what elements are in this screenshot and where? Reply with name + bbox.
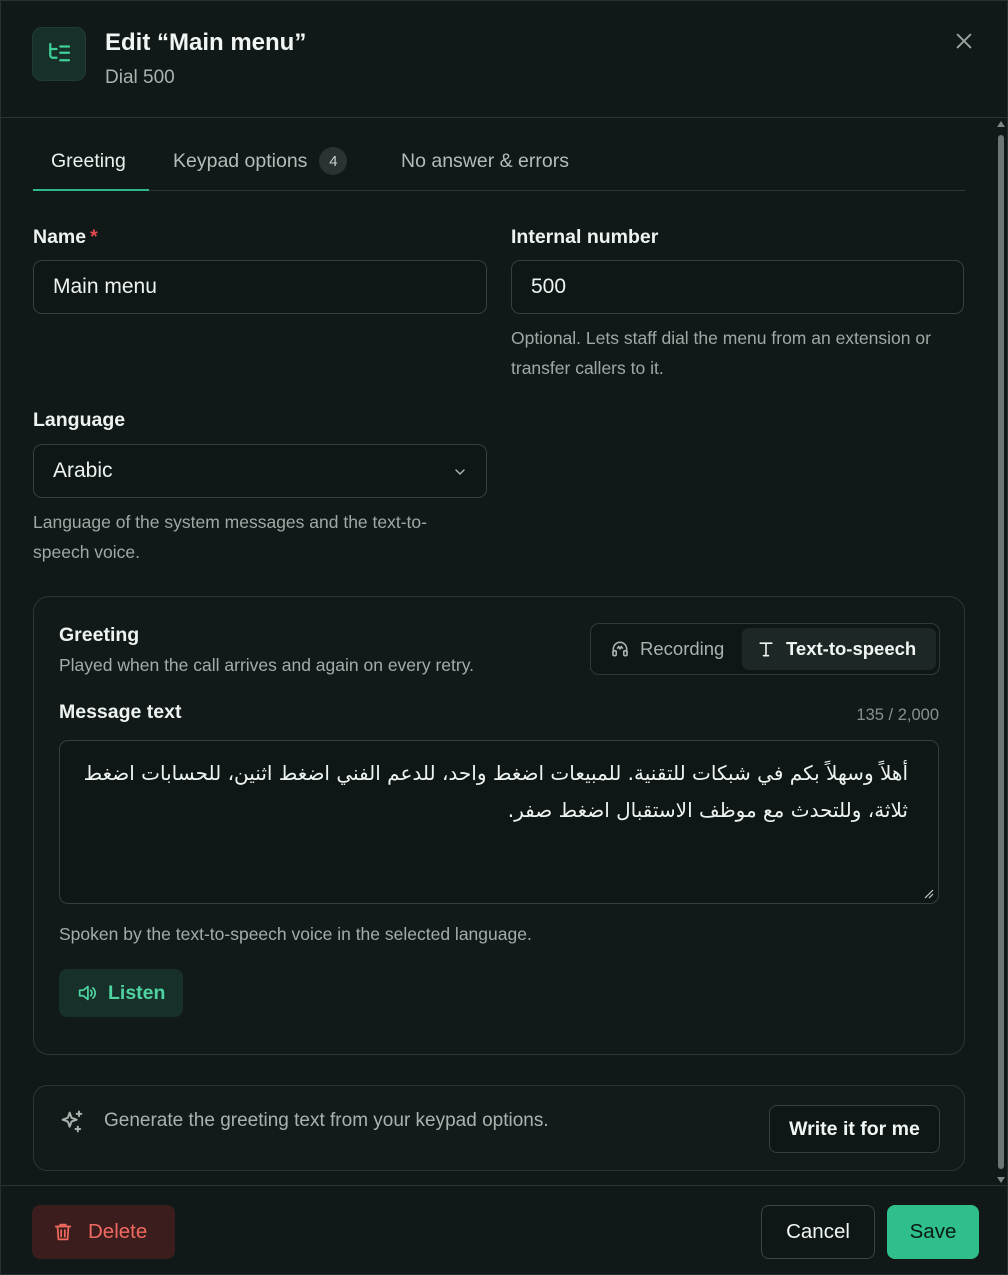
name-input[interactable]: Main menu <box>33 260 487 314</box>
tab-keypad-options[interactable]: Keypad options 4 <box>173 131 348 191</box>
message-help: Spoken by the text-to-speech voice in th… <box>59 924 532 944</box>
dialog-footer: Delete Cancel Save <box>1 1185 1007 1274</box>
menu-tree-icon <box>32 27 86 81</box>
tab-greeting[interactable]: Greeting <box>51 131 126 191</box>
text-to-speech-option[interactable]: Text-to-speech <box>742 628 936 670</box>
listen-button-label: Listen <box>108 981 166 1004</box>
name-label: Name * <box>33 226 98 249</box>
greeting-card: Greeting Played when the call arrives an… <box>33 596 965 1055</box>
generate-greeting-text: Generate the greeting text from your key… <box>104 1110 549 1131</box>
chevron-down-icon <box>455 469 465 475</box>
keypad-options-count-badge: 4 <box>319 147 348 175</box>
message-text-label: Message text <box>59 701 182 723</box>
language-help: Language of the system messages and the … <box>33 512 427 562</box>
resize-handle-icon[interactable] <box>924 889 934 899</box>
recording-option[interactable]: Recording <box>595 628 741 670</box>
cancel-button[interactable]: Cancel <box>761 1205 875 1259</box>
language-select[interactable]: Arabic <box>33 444 487 498</box>
internal-number-help: Optional. Lets staff dial the menu from … <box>511 328 931 378</box>
trash-icon <box>54 1223 72 1241</box>
greeting-description: Played when the call arrives and again o… <box>59 655 475 675</box>
scrollbar[interactable] <box>995 121 1007 1183</box>
active-tab-indicator <box>33 189 149 191</box>
internal-number-value: 500 <box>531 275 567 298</box>
dialog-title: Edit “Main menu” <box>105 29 307 56</box>
scroll-down-arrow[interactable] <box>997 1177 1005 1183</box>
close-icon <box>956 33 972 49</box>
tab-greeting-label: Greeting <box>51 149 126 172</box>
tab-keypad-options-label: Keypad options <box>173 149 308 172</box>
tab-bar: Greeting Keypad options 4 No answer & er… <box>33 131 965 191</box>
speaker-icon <box>78 985 97 1001</box>
sparkles-icon <box>61 1110 83 1133</box>
text-to-speech-option-label: Text-to-speech <box>786 638 917 659</box>
scroll-thumb[interactable] <box>998 135 1004 1169</box>
headphones-icon <box>612 641 628 657</box>
internal-number-label: Internal number <box>511 226 659 248</box>
scroll-up-arrow[interactable] <box>997 121 1005 127</box>
dialog-header: Edit “Main menu” Dial 500 <box>1 1 1007 118</box>
recording-option-label: Recording <box>640 638 725 659</box>
greeting-mode-toggle: Recording Text-to-speech <box>590 623 940 675</box>
internal-number-input[interactable]: 500 <box>511 260 964 314</box>
tab-no-answer-errors[interactable]: No answer & errors <box>401 131 569 191</box>
delete-button-label: Delete <box>88 1220 148 1243</box>
generate-greeting-card: Generate the greeting text from your key… <box>33 1085 965 1171</box>
listen-button[interactable]: Listen <box>59 969 183 1017</box>
edit-menu-dialog: Edit “Main menu” Dial 500 Greeting Keypa… <box>0 0 1008 1275</box>
message-textarea[interactable]: أهلاً وسهلاً بكم في شبكات للتقنية. للمبي… <box>59 740 939 904</box>
greeting-title: Greeting <box>59 624 140 646</box>
language-label: Language <box>33 409 126 431</box>
name-label-text: Name <box>33 226 87 248</box>
language-select-value: Arabic <box>53 459 113 482</box>
dialog-subtitle: Dial 500 <box>105 67 175 88</box>
tab-no-answer-errors-label: No answer & errors <box>401 149 569 172</box>
text-icon <box>759 642 773 657</box>
character-counter: 135 / 2,000 <box>856 706 939 724</box>
save-button[interactable]: Save <box>887 1205 979 1259</box>
close-button[interactable] <box>949 26 979 56</box>
delete-button[interactable]: Delete <box>32 1205 175 1259</box>
required-mark: * <box>90 226 98 248</box>
name-input-value: Main menu <box>53 275 157 298</box>
write-it-for-me-button[interactable]: Write it for me <box>769 1105 940 1153</box>
